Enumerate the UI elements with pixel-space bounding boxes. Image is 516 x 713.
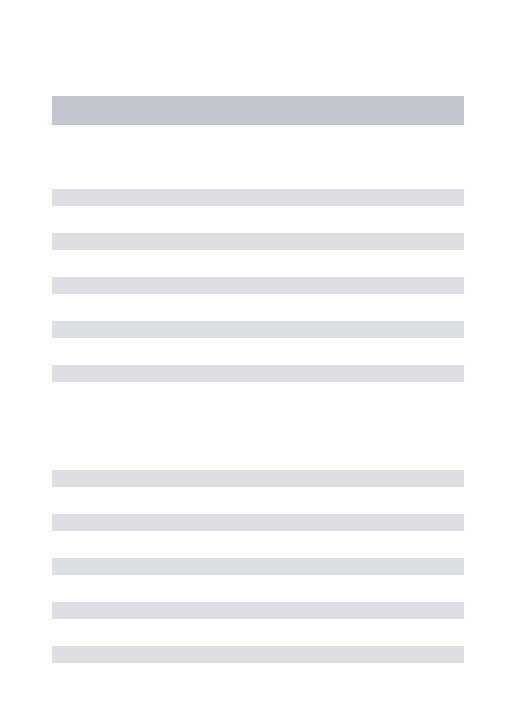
text-line-placeholder xyxy=(52,470,464,487)
text-line-placeholder xyxy=(52,602,464,619)
text-line-placeholder xyxy=(52,365,464,382)
text-line-placeholder xyxy=(52,646,464,663)
title-placeholder xyxy=(52,96,464,125)
text-line-placeholder xyxy=(52,277,464,294)
text-line-placeholder xyxy=(52,189,464,206)
text-line-placeholder xyxy=(52,233,464,250)
text-line-placeholder xyxy=(52,321,464,338)
paragraph-placeholder-2 xyxy=(52,470,464,663)
paragraph-placeholder-1 xyxy=(52,189,464,382)
text-line-placeholder xyxy=(52,558,464,575)
text-line-placeholder xyxy=(52,514,464,531)
